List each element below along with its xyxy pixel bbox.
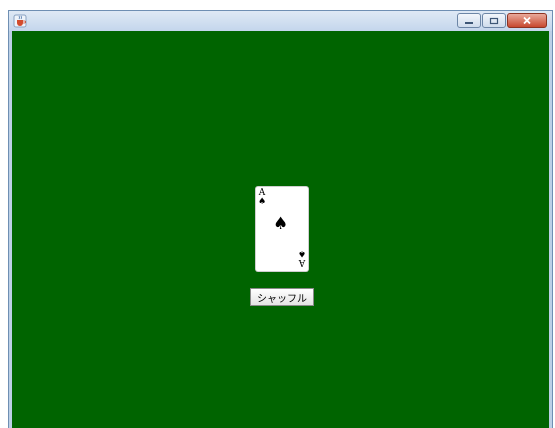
spade-icon: ♠ bbox=[273, 214, 289, 234]
close-icon bbox=[523, 16, 531, 25]
card-corner-top: A ♠ bbox=[258, 189, 266, 207]
shuffle-button[interactable]: シャッフル bbox=[250, 288, 314, 306]
playing-card: A ♠ ♠ A ♠ bbox=[256, 187, 308, 271]
app-window: A ♠ ♠ A ♠ シャッフル bbox=[8, 10, 553, 428]
minimize-button[interactable] bbox=[457, 13, 481, 28]
card-suit-small: ♠ bbox=[258, 197, 267, 207]
maximize-icon bbox=[489, 17, 499, 24]
card-table: A ♠ ♠ A ♠ シャッフル bbox=[12, 31, 549, 428]
java-cup-icon bbox=[13, 14, 27, 28]
minimize-icon bbox=[465, 21, 473, 24]
card-rank-inverted: A bbox=[298, 257, 306, 267]
title-bar[interactable] bbox=[9, 11, 552, 31]
card-suit-small-inverted: ♠ bbox=[297, 248, 306, 258]
maximize-button[interactable] bbox=[482, 13, 506, 28]
card-corner-bottom: A ♠ bbox=[297, 248, 306, 267]
close-button[interactable] bbox=[507, 13, 547, 28]
